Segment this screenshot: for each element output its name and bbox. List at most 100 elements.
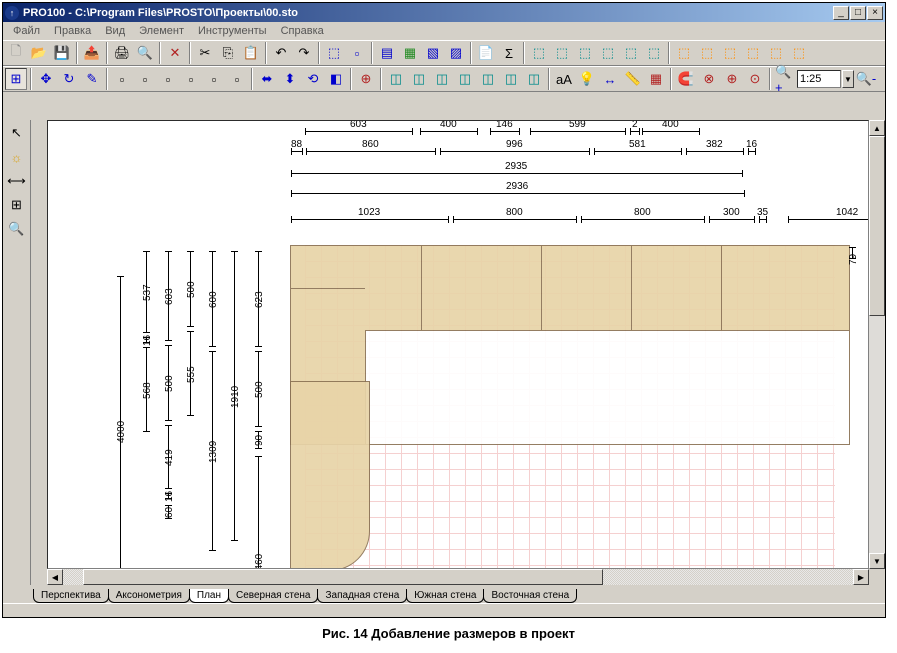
snap4-icon[interactable]: ⊙ xyxy=(744,68,766,90)
snap3-icon[interactable]: ⊕ xyxy=(721,68,743,90)
tab-west-wall[interactable]: Западная стена xyxy=(317,589,407,603)
structure-icon[interactable]: ▨ xyxy=(445,42,467,64)
magnet-icon[interactable]: 🧲 xyxy=(675,68,697,90)
paste-icon[interactable]: 📋 xyxy=(240,42,262,64)
zoom-in-icon[interactable]: 🔍+ xyxy=(774,68,796,90)
tool-j-icon[interactable]: ⬚ xyxy=(742,42,764,64)
center-icon[interactable]: ⊕ xyxy=(355,68,377,90)
flip-h-icon[interactable]: ⬌ xyxy=(256,68,278,90)
zoom-tool-icon[interactable]: 🔍 xyxy=(6,218,28,240)
move-icon[interactable]: ✥ xyxy=(35,68,57,90)
tab-south-wall[interactable]: Южная стена xyxy=(406,589,484,603)
scroll-up-icon[interactable]: ▲ xyxy=(869,120,885,136)
menu-help[interactable]: Справка xyxy=(275,24,330,38)
view3d-f-icon[interactable]: ◫ xyxy=(500,68,522,90)
undo-icon[interactable]: ↶ xyxy=(270,42,292,64)
tool-f-icon[interactable]: ⬚ xyxy=(643,42,665,64)
scroll-thumb-v[interactable] xyxy=(869,136,885,316)
dim-tool-icon[interactable]: ⟷ xyxy=(6,170,28,192)
grid-icon[interactable]: ▦ xyxy=(645,68,667,90)
dim-tool2-icon[interactable]: ⊞ xyxy=(6,194,28,216)
tool-c-icon[interactable]: ⬚ xyxy=(574,42,596,64)
zoom-out-icon[interactable]: 🔍- xyxy=(855,68,877,90)
tab-north-wall[interactable]: Северная стена xyxy=(228,589,319,603)
catalog-icon[interactable]: ▤ xyxy=(376,42,398,64)
flip-v-icon[interactable]: ⬍ xyxy=(279,68,301,90)
rotate90-icon[interactable]: ⟲ xyxy=(302,68,324,90)
menu-tools[interactable]: Инструменты xyxy=(192,24,273,38)
view3d-d-icon[interactable]: ◫ xyxy=(454,68,476,90)
properties-icon[interactable]: ⬚ xyxy=(323,42,345,64)
scrollbar-horizontal[interactable]: ◀ ▶ xyxy=(47,569,869,585)
maximize-button[interactable]: □ xyxy=(850,6,866,20)
tool-k-icon[interactable]: ⬚ xyxy=(765,42,787,64)
redo-icon[interactable]: ↷ xyxy=(293,42,315,64)
scroll-down-icon[interactable]: ▼ xyxy=(869,553,885,569)
scroll-track-h[interactable] xyxy=(63,569,83,585)
scroll-track-h2[interactable] xyxy=(603,569,853,585)
close-button[interactable]: × xyxy=(867,6,883,20)
measure-icon[interactable]: 📏 xyxy=(622,68,644,90)
minimize-button[interactable]: _ xyxy=(833,6,849,20)
delete-icon[interactable]: ✕ xyxy=(164,42,186,64)
scroll-left-icon[interactable]: ◀ xyxy=(47,569,63,585)
tool-e-icon[interactable]: ⬚ xyxy=(620,42,642,64)
tool-h-icon[interactable]: ⬚ xyxy=(696,42,718,64)
materials-icon[interactable]: ▦ xyxy=(399,42,421,64)
canvas[interactable]: 6034001465992400888609965813821629352936… xyxy=(47,120,869,569)
copy-icon[interactable]: ⎘ xyxy=(217,42,239,64)
print-icon[interactable]: 🖨 xyxy=(111,42,133,64)
menu-element[interactable]: Элемент xyxy=(133,24,190,38)
tool-a-icon[interactable]: ⬚ xyxy=(528,42,550,64)
snap2-icon[interactable]: ⊗ xyxy=(698,68,720,90)
rotate-icon[interactable]: ↻ xyxy=(58,68,80,90)
export-icon[interactable]: 📤 xyxy=(81,42,103,64)
snap-icon[interactable]: ⊞ xyxy=(5,68,27,90)
tool-b-icon[interactable]: ⬚ xyxy=(551,42,573,64)
view3d-b-icon[interactable]: ◫ xyxy=(408,68,430,90)
report-icon[interactable]: 📄 xyxy=(475,42,497,64)
text-icon[interactable]: aA xyxy=(553,68,575,90)
align-c-icon[interactable]: ▫ xyxy=(134,68,156,90)
scroll-thumb-h[interactable] xyxy=(83,569,603,585)
estimate-icon[interactable]: Σ xyxy=(498,42,520,64)
menu-view[interactable]: Вид xyxy=(99,24,131,38)
light-icon[interactable]: 💡 xyxy=(576,68,598,90)
open-icon[interactable]: 📂 xyxy=(28,42,50,64)
align-b-icon[interactable]: ▫ xyxy=(226,68,248,90)
view3d-a-icon[interactable]: ◫ xyxy=(385,68,407,90)
dims-icon[interactable]: ↔ xyxy=(599,68,621,90)
view3d-e-icon[interactable]: ◫ xyxy=(477,68,499,90)
pointer-icon[interactable]: ↖ xyxy=(6,122,28,144)
align-r-icon[interactable]: ▫ xyxy=(157,68,179,90)
view3d-g-icon[interactable]: ◫ xyxy=(523,68,545,90)
zoom-input[interactable] xyxy=(797,70,841,88)
tab-east-wall[interactable]: Восточная стена xyxy=(483,589,577,603)
tab-axonometry[interactable]: Аксонометрия xyxy=(108,589,190,603)
layers-icon[interactable]: ▧ xyxy=(422,42,444,64)
align-m-icon[interactable]: ▫ xyxy=(203,68,225,90)
save-icon[interactable]: 💾 xyxy=(51,42,73,64)
tab-plan[interactable]: План xyxy=(189,589,229,603)
new-icon[interactable]: 🗋 xyxy=(5,42,27,64)
menu-edit[interactable]: Правка xyxy=(48,24,97,38)
light2-icon[interactable]: ☼ xyxy=(6,146,28,168)
scroll-right-icon[interactable]: ▶ xyxy=(853,569,869,585)
scrollbar-vertical[interactable]: ▲ ▼ xyxy=(869,120,885,569)
mirror-icon[interactable]: ◧ xyxy=(325,68,347,90)
align-t-icon[interactable]: ▫ xyxy=(180,68,202,90)
curve-icon[interactable]: ✎ xyxy=(81,68,103,90)
view3d-c-icon[interactable]: ◫ xyxy=(431,68,453,90)
tool-d-icon[interactable]: ⬚ xyxy=(597,42,619,64)
menu-file[interactable]: Файл xyxy=(7,24,46,38)
print-preview-icon[interactable]: 🔍 xyxy=(134,42,156,64)
scroll-track-v[interactable] xyxy=(869,316,885,553)
zoom-dropdown-icon[interactable]: ▼ xyxy=(842,70,854,88)
cut-icon[interactable]: ✂ xyxy=(194,42,216,64)
tab-perspective[interactable]: Перспектива xyxy=(33,589,109,603)
align-l-icon[interactable]: ▫ xyxy=(111,68,133,90)
tool-i-icon[interactable]: ⬚ xyxy=(719,42,741,64)
tool-l-icon[interactable]: ⬚ xyxy=(788,42,810,64)
new-element-icon[interactable]: ▫ xyxy=(346,42,368,64)
tool-g-icon[interactable]: ⬚ xyxy=(673,42,695,64)
